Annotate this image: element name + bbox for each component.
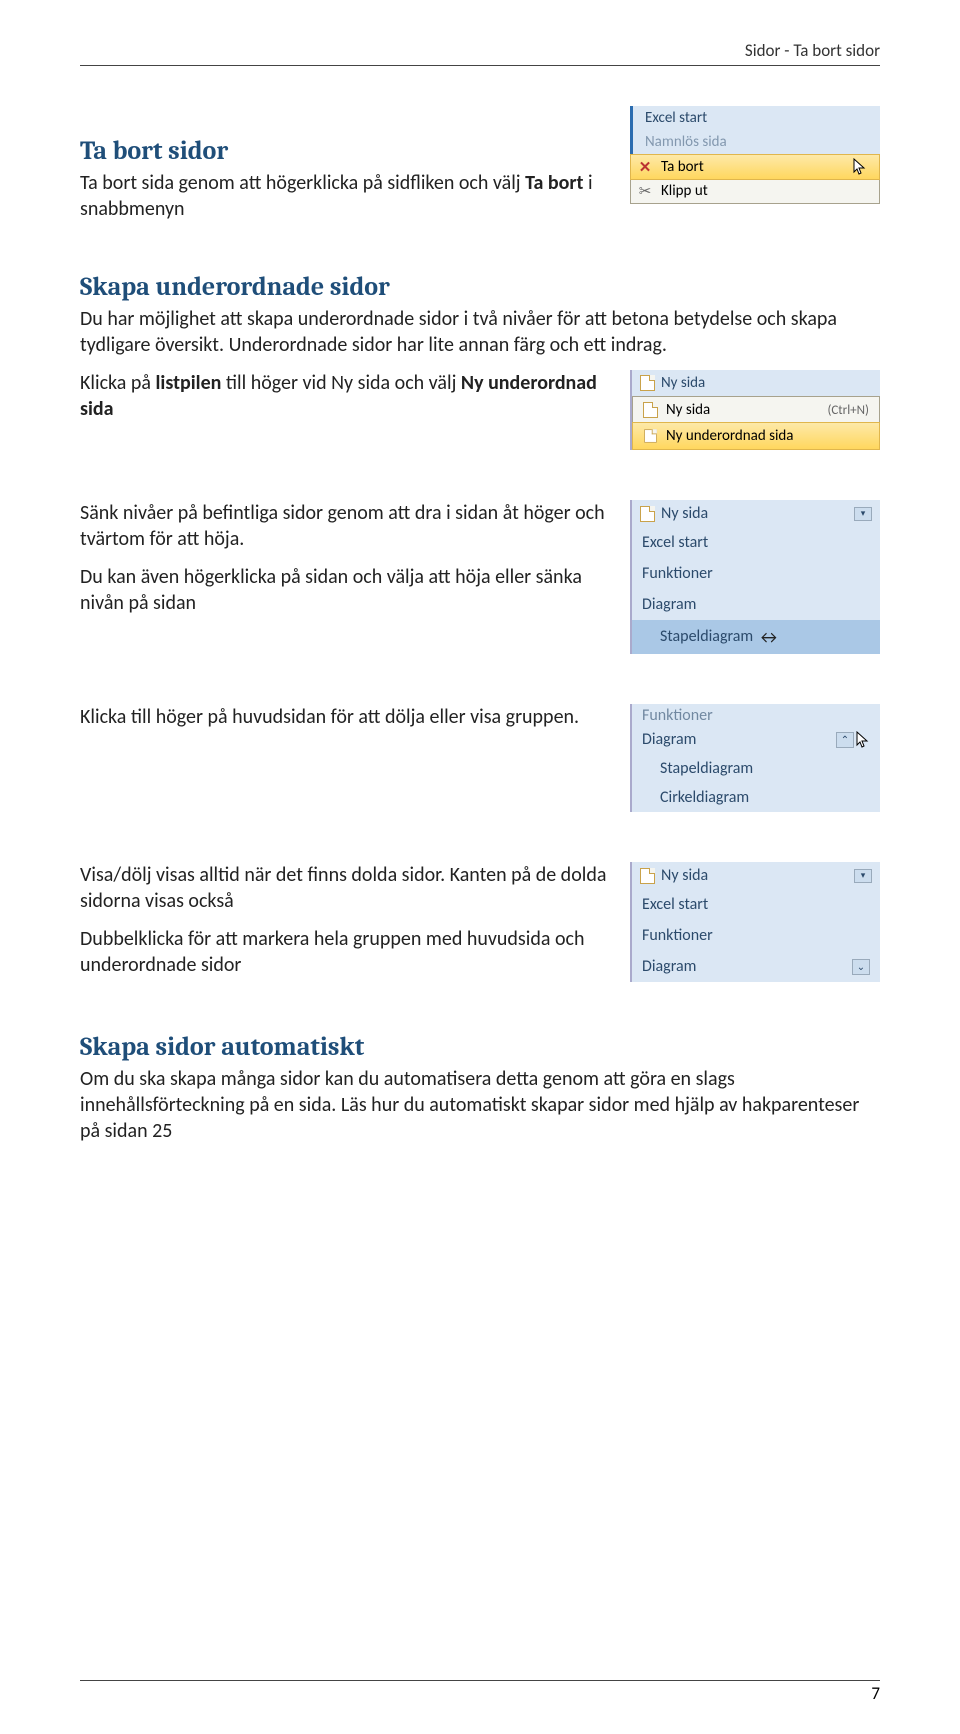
- text-span: till höger vid Ny sida och välj: [221, 371, 461, 395]
- mini-sidebar: Excel start Namnlös sida: [630, 106, 880, 154]
- para-hogerklicka-niva: Du kan även högerklicka på sidan och väl…: [80, 564, 618, 616]
- new-page-button[interactable]: Ny sida ▾: [632, 862, 880, 889]
- list-item[interactable]: Stapeldiagram: [632, 754, 880, 783]
- heading-skapa-underordnade: Skapa underordnade sidor: [80, 272, 880, 302]
- text-bold: listpilen: [156, 371, 222, 395]
- list-item-diagram[interactable]: Diagram ⌃: [632, 725, 880, 754]
- list-item[interactable]: Funktioner: [632, 920, 880, 951]
- menu-label: Ta bort: [661, 158, 704, 176]
- page-footer: 7: [80, 1680, 880, 1704]
- para-skapa-automatiskt: Om du ska skapa många sidor kan du autom…: [80, 1066, 880, 1144]
- scissors-icon: ✂: [637, 183, 653, 199]
- page-icon: [643, 402, 658, 418]
- para-visa-dolj-info: Visa/dölj visas alltid när det finns dol…: [80, 862, 618, 914]
- menu-label: Ny underordnad sida: [666, 427, 794, 445]
- chevron-down-icon[interactable]: ▾: [854, 869, 872, 883]
- collapse-toggle[interactable]: ⌃: [836, 732, 854, 748]
- para-dolja-visa: Klicka till höger på huvudsidan för att …: [80, 704, 618, 730]
- cursor-icon: [856, 731, 870, 749]
- sidebar-row: Namnlös sida: [633, 130, 880, 154]
- screenshot-drag-level: Ny sida ▾ Excel start Funktioner Diagram…: [630, 500, 880, 654]
- sidebar-row: Excel start: [633, 106, 880, 130]
- screenshot-collapse-group: Funktioner Diagram ⌃ Stapeldiagram Cirke…: [630, 704, 880, 812]
- list-item[interactable]: Funktioner: [632, 558, 880, 589]
- heading-ta-bort-sidor: Ta bort sidor: [80, 136, 618, 166]
- page-icon: [640, 375, 655, 391]
- list-item-collapsed[interactable]: Diagram ⌄: [632, 951, 880, 982]
- context-menu-item-delete[interactable]: ✕ Ta bort: [630, 154, 880, 180]
- expand-toggle[interactable]: ⌄: [852, 959, 870, 975]
- para-ta-bort: Ta bort sida genom att högerklicka på si…: [80, 170, 618, 222]
- x-icon: ✕: [637, 159, 653, 175]
- section-ta-bort-sidor: Ta bort sidor Ta bort sida genom att hög…: [80, 106, 880, 222]
- list-item-dragging[interactable]: Stapeldiagram: [632, 620, 880, 654]
- screenshot-new-sub-page: Ny sida Ny sida (Ctrl+N) Ny underordnad …: [630, 370, 880, 450]
- screenshot-collapsed-group: Ny sida ▾ Excel start Funktioner Diagram…: [630, 862, 880, 982]
- text-span: Ta bort sida genom att högerklicka på si…: [80, 171, 525, 195]
- page-header: Sidor - Ta bort sidor: [80, 40, 880, 66]
- screenshot-context-menu: Excel start Namnlös sida ✕ Ta bort ✂ Kli…: [630, 106, 880, 222]
- new-page-button[interactable]: Ny sida: [632, 370, 880, 396]
- heading-skapa-automatiskt: Skapa sidor automatiskt: [80, 1032, 880, 1062]
- context-menu-item-cut[interactable]: ✂ Klipp ut: [631, 179, 879, 203]
- text-bold: Ta bort: [525, 171, 583, 195]
- page-icon: [644, 429, 657, 443]
- menu-item-ny-sida[interactable]: Ny sida (Ctrl+N): [633, 397, 879, 423]
- menu-item-ny-underordnad[interactable]: Ny underordnad sida: [632, 422, 880, 450]
- para-skapa-underordnade-2: Klicka på listpilen till höger vid Ny si…: [80, 370, 618, 422]
- chevron-down-icon[interactable]: ▾: [854, 507, 872, 521]
- para-dubbelklicka: Dubbelklicka för att markera hela gruppe…: [80, 926, 618, 978]
- label: Diagram: [642, 730, 696, 749]
- list-item[interactable]: Diagram: [632, 589, 880, 620]
- menu-label: Klipp ut: [661, 182, 708, 200]
- label: Diagram: [642, 957, 696, 976]
- page-icon: [640, 868, 655, 884]
- new-page-button[interactable]: Ny sida ▾: [632, 500, 880, 527]
- list-item[interactable]: Cirkeldiagram: [632, 783, 880, 812]
- page-icon: [640, 506, 655, 522]
- para-sank-nivaer: Sänk nivåer på befintliga sidor genom at…: [80, 500, 618, 552]
- shortcut-label: (Ctrl+N): [827, 403, 869, 418]
- cursor-icon: [853, 158, 867, 176]
- label: Ny sida: [661, 866, 708, 885]
- text-span: Klicka på: [80, 371, 156, 395]
- context-menu: ✕ Ta bort ✂ Klipp ut: [630, 154, 880, 204]
- label: Ny sida: [661, 504, 708, 523]
- list-item[interactable]: Funktioner: [632, 704, 880, 725]
- list-item[interactable]: Excel start: [632, 527, 880, 558]
- new-page-label: Ny sida: [661, 374, 705, 392]
- list-item[interactable]: Excel start: [632, 889, 880, 920]
- menu-label: Ny sida: [666, 401, 710, 419]
- para-skapa-underordnade-1: Du har möjlighet att skapa underordnade …: [80, 306, 880, 358]
